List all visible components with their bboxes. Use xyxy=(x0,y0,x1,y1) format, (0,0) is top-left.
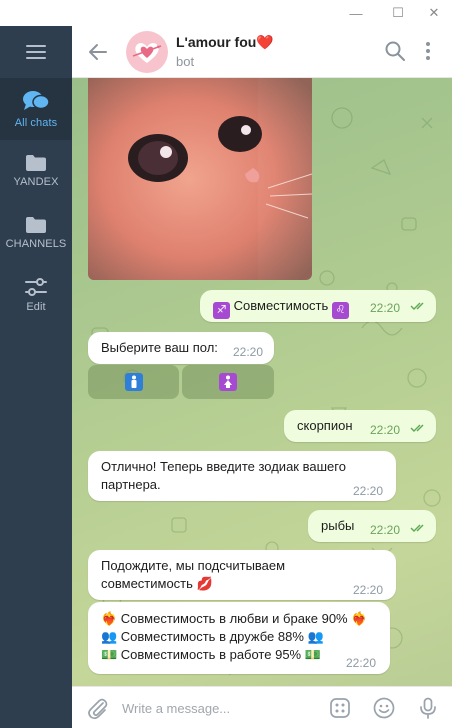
hamburger-icon xyxy=(26,45,46,59)
chat-subtitle: bot xyxy=(176,54,195,69)
bot-commands-icon[interactable] xyxy=(328,696,352,720)
sidebar-item-all-chats[interactable]: All chats xyxy=(0,78,72,140)
paperclip-icon[interactable] xyxy=(86,696,110,720)
keyboard-button-male[interactable] xyxy=(88,365,179,399)
minimize-button[interactable]: — xyxy=(342,0,370,26)
sidebar-item-label: Edit xyxy=(26,301,46,313)
message-text: Выберите ваш пол: xyxy=(101,340,218,355)
message-text-line: Отлично! Теперь введите зодиак вашего xyxy=(101,459,346,474)
message-text: рыбы xyxy=(321,518,355,533)
message-time: 22:20 xyxy=(346,656,377,670)
sidebar: All chats YANDEX CHANNELS Edit xyxy=(0,26,72,728)
avatar[interactable] xyxy=(126,31,168,73)
sidebar-item-label: CHANNELS xyxy=(5,238,67,250)
message-time: 22:20 xyxy=(233,345,264,359)
message-in[interactable]: Подождите, мы подсчитываем совместимость… xyxy=(88,550,396,600)
male-sign-icon xyxy=(124,373,143,391)
message-text-line: партнера. xyxy=(101,477,161,492)
emoji-icon[interactable] xyxy=(372,696,396,720)
sidebar-item-edit[interactable]: Edit xyxy=(0,264,72,326)
cat-photo[interactable] xyxy=(88,78,312,280)
message-input[interactable] xyxy=(122,698,302,718)
message-time: 22:20 xyxy=(353,484,384,498)
sidebar-item-label: All chats xyxy=(14,117,58,129)
heart-arrow-logo-icon xyxy=(132,43,162,63)
menu-button[interactable] xyxy=(0,26,72,78)
message-text: скорпион xyxy=(297,418,353,433)
message-out[interactable]: рыбы 22:20 xyxy=(308,510,436,542)
leo-icon: ♌ xyxy=(331,302,349,319)
message-text-line: 👥 Совместимость в дружбе 88% 👥 xyxy=(101,629,324,644)
chat-header: L'amour fou❤️ bot xyxy=(72,26,452,78)
female-sign-icon xyxy=(219,373,237,391)
window-titlebar: — ☐ ✕ xyxy=(0,0,452,26)
message-out[interactable]: скорпион 22:20 xyxy=(284,410,436,442)
message-out[interactable]: ♐ Совместимость ♌ 22:20 xyxy=(200,290,436,322)
message-in[interactable]: Отлично! Теперь введите зодиак вашего па… xyxy=(88,451,396,501)
search-icon[interactable] xyxy=(384,40,406,62)
message-text-line: 💵 Совместимость в работе 95% 💵 xyxy=(101,647,321,662)
message-list[interactable]: ♐ Совместимость ♌ 22:20 Выберите ваш пол… xyxy=(72,78,452,686)
message-text-line: Подождите, мы подсчитываем xyxy=(101,558,286,573)
double-check-icon xyxy=(410,424,424,432)
message-time: 22:20 xyxy=(370,523,401,537)
message-time: 22:20 xyxy=(370,423,401,437)
message-in[interactable]: Выберите ваш пол: 22:20 xyxy=(88,332,274,364)
message-in[interactable]: ❤️‍🔥 Совместимость в любви и браке 90% ❤… xyxy=(88,602,390,674)
microphone-icon[interactable] xyxy=(416,696,440,720)
folder-icon xyxy=(26,155,46,171)
message-text: ♐ Совместимость ♌ xyxy=(213,297,349,319)
message-text-label: Совместимость xyxy=(233,298,329,313)
message-time: 22:20 xyxy=(353,583,384,597)
message-text-line: ❤️‍🔥 Совместимость в любви и браке 90% ❤… xyxy=(101,611,368,626)
sliders-icon xyxy=(25,278,47,296)
message-text-line: совместимость 💋 xyxy=(101,576,213,591)
close-window-button[interactable]: ✕ xyxy=(420,0,448,26)
message-composer xyxy=(72,686,452,728)
more-vertical-icon[interactable] xyxy=(422,40,434,62)
sidebar-item-yandex[interactable]: YANDEX xyxy=(0,140,72,202)
message-time: 22:20 xyxy=(370,301,401,315)
sagittarius-icon: ♐ xyxy=(213,302,230,319)
maximize-button[interactable]: ☐ xyxy=(384,0,412,26)
back-arrow-icon[interactable] xyxy=(86,40,110,64)
double-check-icon xyxy=(410,524,424,532)
chat-bubbles-icon xyxy=(23,91,50,110)
double-check-icon xyxy=(410,302,424,310)
folder-icon xyxy=(26,217,46,233)
sidebar-item-channels[interactable]: CHANNELS xyxy=(0,202,72,264)
keyboard-button-female[interactable] xyxy=(182,365,274,399)
chat-title: L'amour fou❤️ xyxy=(176,34,274,50)
sidebar-item-label: YANDEX xyxy=(13,176,59,188)
